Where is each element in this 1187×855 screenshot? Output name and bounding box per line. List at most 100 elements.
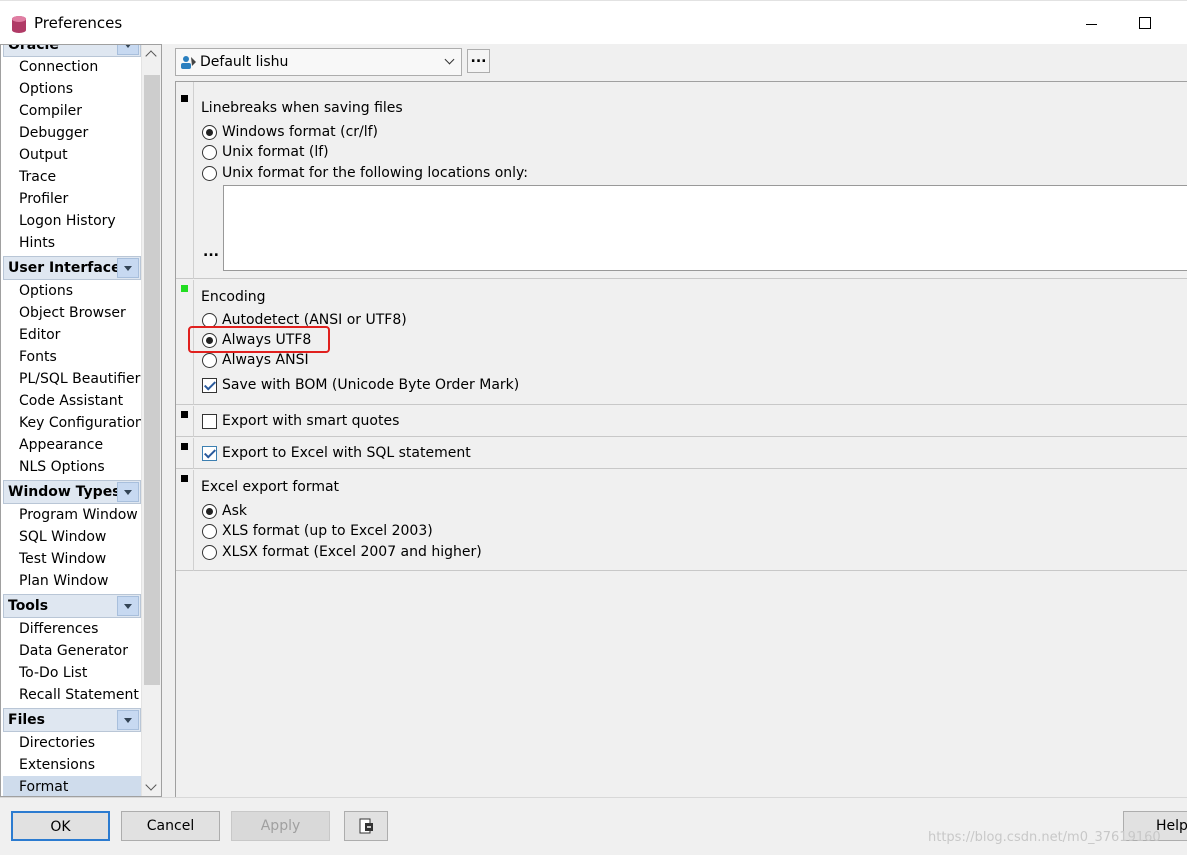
utf8-highlight-box [188, 326, 330, 353]
chevron-down-icon[interactable] [117, 710, 139, 730]
sidebar-item-logon-history[interactable]: Logon History [19, 213, 116, 229]
linebreaks-section: Linebreaks when saving files Windows for… [176, 82, 1187, 279]
format-settings-panel: Linebreaks when saving files Windows for… [175, 81, 1187, 797]
unix-locations-textarea[interactable] [223, 185, 1187, 271]
sidebar-group-oracle[interactable]: Oracle [3, 44, 141, 57]
encoding-title: Encoding [201, 289, 266, 305]
sidebar-group-tools[interactable]: Tools [3, 594, 141, 618]
scroll-down-icon[interactable] [145, 779, 157, 791]
export-settings-button[interactable] [344, 811, 388, 841]
option-always-ansi[interactable]: Always ANSI [222, 352, 309, 368]
chevron-down-icon[interactable] [117, 596, 139, 616]
option-windows-format[interactable]: Windows format (cr/lf) [222, 124, 378, 140]
radio-always-ansi[interactable] [202, 353, 217, 368]
sidebar-item-ui-options[interactable]: Options [19, 283, 73, 299]
checkbox-excel-sql[interactable] [202, 446, 217, 461]
sidebar-group-label: Files [8, 712, 45, 728]
maximize-icon [1139, 17, 1151, 29]
section-divider [193, 470, 194, 571]
section-divider [193, 82, 194, 279]
option-excel-ask[interactable]: Ask [222, 503, 247, 519]
profile-select[interactable]: Default lishu [175, 48, 462, 76]
sidebar-group-files[interactable]: Files [3, 708, 141, 732]
maximize-button[interactable] [1120, 1, 1170, 45]
chevron-down-icon[interactable] [444, 54, 455, 65]
sidebar-item-directories[interactable]: Directories [19, 735, 95, 751]
excel-sql-section: Export to Excel with SQL statement [176, 438, 1187, 469]
sidebar-item-trace[interactable]: Trace [19, 169, 56, 185]
sidebar-item-hints[interactable]: Hints [19, 235, 55, 251]
dialog-button-bar: OK Cancel Apply Help https://blog.csdn.n… [0, 797, 1187, 855]
cancel-button[interactable]: Cancel [121, 811, 220, 841]
minimize-icon [1086, 24, 1097, 25]
sidebar-item-fonts[interactable]: Fonts [19, 349, 57, 365]
sidebar-item-nls-options[interactable]: NLS Options [19, 459, 105, 475]
section-marker-icon [181, 443, 188, 450]
watermark-text: https://blog.csdn.net/m0_37619160 [928, 830, 1161, 845]
radio-excel-ask[interactable] [202, 504, 217, 519]
radio-windows-format[interactable] [202, 125, 217, 140]
section-marker-icon [181, 475, 188, 482]
checkbox-save-with-bom[interactable] [202, 378, 217, 393]
sidebar-item-options[interactable]: Options [19, 81, 73, 97]
sidebar-item-plan-window[interactable]: Plan Window [19, 573, 108, 589]
apply-button[interactable]: Apply [231, 811, 330, 841]
minimize-button[interactable] [1066, 1, 1116, 45]
sidebar-group-label: Window Types [8, 484, 121, 500]
sidebar-item-plsql-beautifier[interactable]: PL/SQL Beautifier [19, 371, 140, 387]
sidebar-item-extensions[interactable]: Extensions [19, 757, 95, 773]
sidebar-item-test-window[interactable]: Test Window [19, 551, 106, 567]
sidebar-item-compiler[interactable]: Compiler [19, 103, 82, 119]
chevron-down-icon[interactable] [117, 258, 139, 278]
sidebar-group-label: Oracle [8, 44, 59, 53]
sidebar-item-code-assistant[interactable]: Code Assistant [19, 393, 123, 409]
section-marker-icon [181, 411, 188, 418]
radio-unix-format[interactable] [202, 145, 217, 160]
sidebar-item-connection[interactable]: Connection [19, 59, 98, 75]
section-marker-icon [181, 95, 188, 102]
sidebar-item-key-configuration[interactable]: Key Configuration [19, 415, 144, 431]
radio-xlsx-format[interactable] [202, 545, 217, 560]
sidebar-group-label: Tools [8, 598, 49, 614]
option-excel-sql[interactable]: Export to Excel with SQL statement [222, 445, 471, 461]
sidebar-item-editor[interactable]: Editor [19, 327, 60, 343]
preferences-sidebar: Oracle Connection Options Compiler Debug… [0, 44, 162, 797]
sidebar-item-debugger[interactable]: Debugger [19, 125, 88, 141]
sidebar-item-data-generator[interactable]: Data Generator [19, 643, 128, 659]
option-smart-quotes[interactable]: Export with smart quotes [222, 413, 399, 429]
checkbox-smart-quotes[interactable] [202, 414, 217, 429]
scrollbar-thumb[interactable] [144, 75, 160, 685]
sidebar-item-todo-list[interactable]: To-Do List [19, 665, 87, 681]
title-bar: Preferences [0, 0, 1187, 44]
sidebar-item-recall-statement[interactable]: Recall Statement [19, 687, 139, 703]
radio-unix-locations[interactable] [202, 166, 217, 181]
option-xls-format[interactable]: XLS format (up to Excel 2003) [222, 523, 433, 539]
locations-browse-button[interactable]: ... [203, 244, 219, 260]
app-database-icon [12, 16, 26, 33]
sidebar-item-profiler[interactable]: Profiler [19, 191, 68, 207]
sidebar-group-label: User Interface [8, 260, 121, 276]
sidebar-item-object-browser[interactable]: Object Browser [19, 305, 126, 321]
option-save-with-bom[interactable]: Save with BOM (Unicode Byte Order Mark) [222, 377, 519, 393]
option-xlsx-format[interactable]: XLSX format (Excel 2007 and higher) [222, 544, 482, 560]
option-unix-format[interactable]: Unix format (lf) [222, 144, 329, 160]
profile-user-icon [181, 56, 196, 69]
scroll-up-icon[interactable] [145, 50, 157, 62]
sidebar-item-program-window[interactable]: Program Window [19, 507, 138, 523]
sidebar-group-user-interface[interactable]: User Interface [3, 256, 141, 280]
window-title: Preferences [34, 14, 123, 32]
sidebar-group-window-types[interactable]: Window Types [3, 480, 141, 504]
chevron-down-icon[interactable] [117, 482, 139, 502]
sidebar-item-sql-window[interactable]: SQL Window [19, 529, 106, 545]
excel-format-title: Excel export format [201, 479, 340, 495]
sidebar-item-differences[interactable]: Differences [19, 621, 98, 637]
option-unix-locations[interactable]: Unix format for the following locations … [222, 165, 528, 181]
chevron-down-icon[interactable] [117, 45, 139, 55]
radio-xls-format[interactable] [202, 524, 217, 539]
sidebar-scrollbar[interactable] [141, 45, 161, 796]
sidebar-item-format[interactable]: Format [19, 779, 68, 795]
sidebar-item-output[interactable]: Output [19, 147, 68, 163]
ok-button[interactable]: OK [11, 811, 110, 841]
profile-more-button[interactable]: ... [467, 49, 490, 73]
sidebar-item-appearance[interactable]: Appearance [19, 437, 103, 453]
